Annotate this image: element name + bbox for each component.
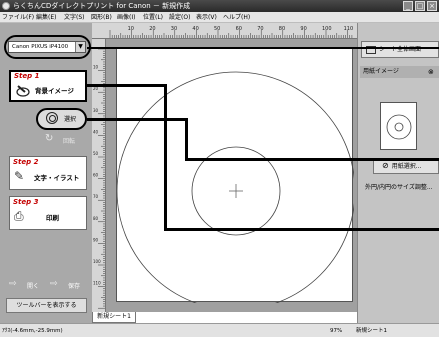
callout-line-step1-h [87,84,165,87]
save-icon: ⇨ [50,279,58,289]
ruler-label: 30 [171,26,177,32]
tab-sheet1[interactable]: 新規シート1 [92,312,136,323]
callout-line-step1-end [164,228,439,231]
select-button[interactable]: 選択 [36,108,87,130]
paper-thumbnail [380,102,417,150]
printer-select-highlight [4,35,91,59]
ruler-label: 10 [93,65,99,70]
menu-shape[interactable]: 図形(B) [91,13,112,22]
ruler-label: 90 [93,237,99,242]
ruler-label: 70 [93,194,99,199]
step3-label: Step 3 [13,198,39,206]
outer-circle [117,71,354,303]
ruler-label: 40 [93,129,99,134]
menu-image[interactable]: 画像(I) [117,13,135,22]
disc-icon [46,112,58,124]
menu-view[interactable]: 表示(V) [196,13,217,22]
status-bar: ｱｸｽ(-4.6mm,-25.9mm) 97% 新規シート1 [0,323,439,337]
ruler-label: 40 [192,26,198,32]
circle-size-adjust-link[interactable]: 外円/内円のサイズ調整... [365,182,433,191]
status-coordinates: ｱｸｽ(-4.6mm,-25.9mm) [2,328,63,334]
menu-position[interactable]: 位置(L) [143,13,163,22]
ruler-label: 110 [344,26,354,32]
canvas-area [106,39,357,312]
text-illustration-icon: ✎ [14,169,25,183]
step1-button[interactable]: Step 1 背景イメージ [9,70,87,102]
status-zoom: 97% [330,328,343,334]
ruler-label: 60 [93,173,99,178]
step1-name: 背景イメージ [35,87,74,95]
ruler-label: 20 [93,86,99,91]
rotate-button[interactable]: ↻ 回転 [43,133,85,147]
ruler-label: 10 [128,26,134,32]
callout-line-printer [87,47,439,49]
maximize-button[interactable]: □ [415,1,425,11]
ruler-label: 80 [279,26,285,32]
ruler-label: 20 [149,26,155,32]
step2-button[interactable]: Step 2 ✎ 文字・イラスト [9,156,87,190]
ruler-label: 100 [322,26,332,32]
ruler-vertical: 10 20 30 40 50 60 70 80 90 100 110 [92,39,106,312]
collapse-icon[interactable]: ⊗ [428,68,434,76]
minimize-button[interactable]: _ [403,1,413,11]
menu-bar: ファイル(F) 編集(E) 文字(S) 図形(B) 画像(I) 位置(L) 設定… [0,12,439,23]
ruler-label: 50 [93,151,99,156]
show-toolbar-button[interactable]: ツールバーを表示する [6,298,87,313]
step2-label: Step 2 [13,158,39,166]
title-bar: らくちんCDダイレクトプリント for Canon － 新規作成 _ □ × [0,0,439,12]
ruler-label: 110 [93,281,101,286]
ruler-label: 70 [257,26,263,32]
rotate-button-label: 回転 [63,138,76,145]
ruler-label: 100 [93,259,101,264]
open-button-label: 開く [27,283,40,290]
close-button[interactable]: × [427,1,437,11]
open-icon: ⇨ [9,279,17,289]
step3-name: 印刷 [46,214,59,222]
save-button-label: 保存 [68,283,81,290]
callout-line-step1-v [164,84,167,230]
menu-edit[interactable]: 編集(E) [36,13,56,22]
window-title: らくちんCDダイレクトプリント for Canon － 新規作成 [13,2,191,10]
ruler-label: 80 [93,216,99,221]
ruler-label: 90 [300,26,306,32]
step3-button[interactable]: Step 3 ⎙ 印刷 [9,196,87,230]
ruler-horizontal: 10 20 30 40 50 60 70 80 90 100 110 [92,23,357,39]
callout-line-select-end [185,158,439,161]
menu-settings[interactable]: 設定(O) [169,13,190,22]
select-button-label: 選択 [64,116,77,123]
save-button[interactable]: ⇨ 保存 [48,278,88,292]
ruler-label: 30 [93,108,99,113]
menu-help[interactable]: ヘルプ(H) [223,13,250,22]
app-icon [2,2,10,10]
disc-select-icon: ⊘ [382,161,389,170]
status-sheet: 新規シート1 [356,328,387,334]
ruler-label: 60 [236,26,242,32]
paint-brush-icon [15,83,31,100]
callout-line-select-v [185,118,188,160]
step1-label: Step 1 [14,72,40,80]
ruler-label: 50 [214,26,220,32]
menu-text[interactable]: 文字(S) [64,13,85,22]
paper-select-label: 用紙選択... [391,163,422,170]
step2-name: 文字・イラスト [34,174,80,182]
open-button[interactable]: ⇨ 開く [7,278,45,292]
callout-line-select-h [87,118,187,121]
print-icon: ⎙ [14,209,24,223]
menu-file[interactable]: ファイル(F) [2,13,34,22]
fit-sheet-button[interactable]: シート全体画面 [361,41,439,58]
rotate-icon: ↻ [45,133,54,144]
